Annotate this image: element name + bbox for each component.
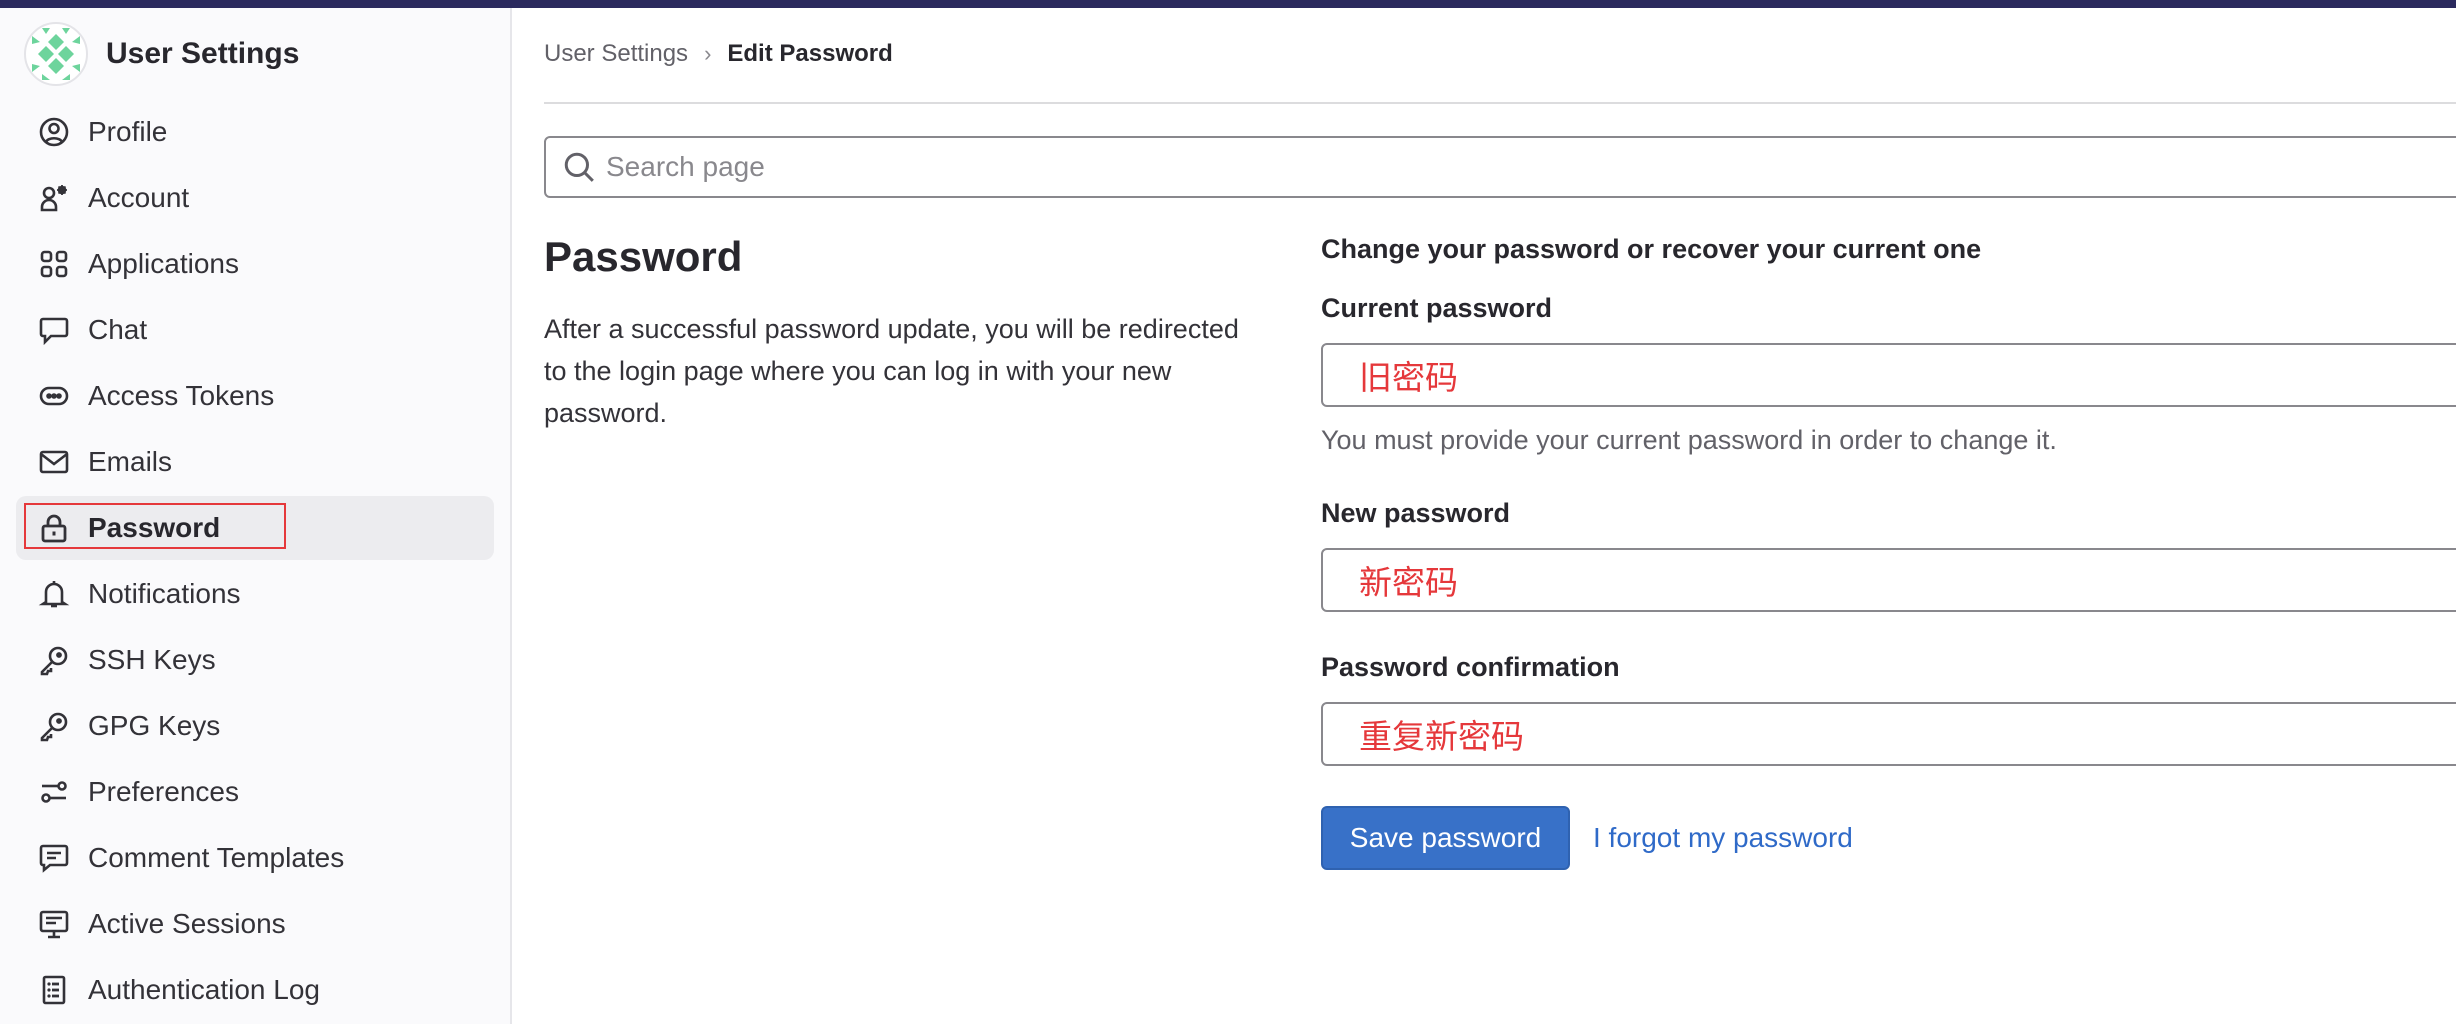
sidebar-item-access-tokens[interactable]: Access Tokens <box>16 364 494 428</box>
sidebar-item-label: Access Tokens <box>88 380 275 411</box>
sidebar-nav: Profile Account Applications Chat Access… <box>16 100 494 1024</box>
chevron-right-icon: › <box>704 41 712 66</box>
current-password-field[interactable] <box>1321 343 2456 407</box>
sidebar-item-label: Notifications <box>88 578 241 609</box>
current-password-help: You must provide your current password i… <box>1321 425 2057 455</box>
sidebar-item-label: Emails <box>88 446 173 477</box>
sidebar-item-applications[interactable]: Applications <box>16 232 494 296</box>
forgot-password-link[interactable]: I forgot my password <box>1593 822 1853 854</box>
sidebar-item-active-sessions[interactable]: Active Sessions <box>16 892 494 956</box>
token-icon <box>38 380 70 412</box>
profile-icon <box>38 116 70 148</box>
sidebar-item-authentication-log[interactable]: Authentication Log <box>16 958 494 1022</box>
sidebar-item-label: Applications <box>88 248 239 279</box>
sidebar-item-label: Authentication Log <box>88 974 320 1005</box>
search-input[interactable] <box>604 150 2408 184</box>
sidebar-item-label: Profile <box>88 116 168 147</box>
new-password-label: New password <box>1321 498 1511 528</box>
sidebar-item-preferences[interactable]: Preferences <box>16 760 494 824</box>
sidebar-item-ssh-keys[interactable]: SSH Keys <box>16 628 494 692</box>
new-password-field[interactable] <box>1321 548 2456 612</box>
identicon-avatar[interactable] <box>24 22 88 86</box>
key-icon <box>38 710 70 742</box>
monitor-icon <box>38 908 70 940</box>
password-confirmation-label: Password confirmation <box>1321 652 1620 682</box>
sidebar-item-password[interactable]: Password <box>16 496 494 560</box>
sidebar-item-label: GPG Keys <box>88 710 221 741</box>
sidebar-item-chat[interactable]: Chat <box>16 298 494 362</box>
new-password-input[interactable] <box>1323 559 2456 601</box>
sidebar-item-label: Chat <box>88 314 148 345</box>
search-page-box[interactable] <box>544 136 2456 198</box>
password-confirmation-input[interactable] <box>1323 713 2456 755</box>
chat-icon <box>38 314 70 346</box>
sidebar-header: User Settings <box>24 22 299 86</box>
sidebar-item-label: Password <box>88 512 221 543</box>
save-password-button[interactable]: Save password <box>1321 806 1570 870</box>
section-title: Password <box>544 233 743 280</box>
sidebar-item-account[interactable]: Account <box>16 166 494 230</box>
sidebar-item-label: Preferences <box>88 776 239 807</box>
sidebar-title: User Settings <box>106 37 300 70</box>
sidebar-item-gpg-keys[interactable]: GPG Keys <box>16 694 494 758</box>
sidebar-item-label: Comment Templates <box>88 842 345 873</box>
search-icon <box>564 152 594 182</box>
current-password-input[interactable] <box>1323 354 2456 396</box>
preferences-icon <box>38 776 70 808</box>
sidebar-item-label: Account <box>88 182 190 213</box>
main-content: User Settings › Edit Password Password A… <box>544 8 2456 1024</box>
sidebar-item-emails[interactable]: Emails <box>16 430 494 494</box>
sidebar-item-comment-templates[interactable]: Comment Templates <box>16 826 494 890</box>
lock-icon <box>38 512 70 544</box>
sidebar-item-profile[interactable]: Profile <box>16 100 494 164</box>
sidebar-item-label: SSH Keys <box>88 644 216 675</box>
avatar-pattern-icon <box>32 28 80 80</box>
sidebar-item-label: Active Sessions <box>88 908 286 939</box>
applications-icon <box>38 248 70 280</box>
breadcrumb-current: Edit Password <box>727 40 893 67</box>
form-heading: Change your password or recover your cur… <box>1321 234 1982 264</box>
comment-template-icon <box>38 842 70 874</box>
key-icon <box>38 644 70 676</box>
sidebar: User Settings Profile Account Applicatio… <box>0 8 512 1024</box>
account-icon <box>38 182 70 214</box>
header-divider <box>544 102 2456 104</box>
section-description: After a successful password update, you … <box>544 314 1239 428</box>
password-confirmation-field[interactable] <box>1321 702 2456 766</box>
mail-icon <box>38 446 70 478</box>
log-icon <box>38 974 70 1006</box>
breadcrumb: User Settings › Edit Password <box>544 40 893 68</box>
breadcrumb-user-settings[interactable]: User Settings <box>544 40 688 68</box>
bell-icon <box>38 578 70 610</box>
current-password-label: Current password <box>1321 293 1553 323</box>
sidebar-item-notifications[interactable]: Notifications <box>16 562 494 626</box>
top-bar <box>0 0 2456 8</box>
